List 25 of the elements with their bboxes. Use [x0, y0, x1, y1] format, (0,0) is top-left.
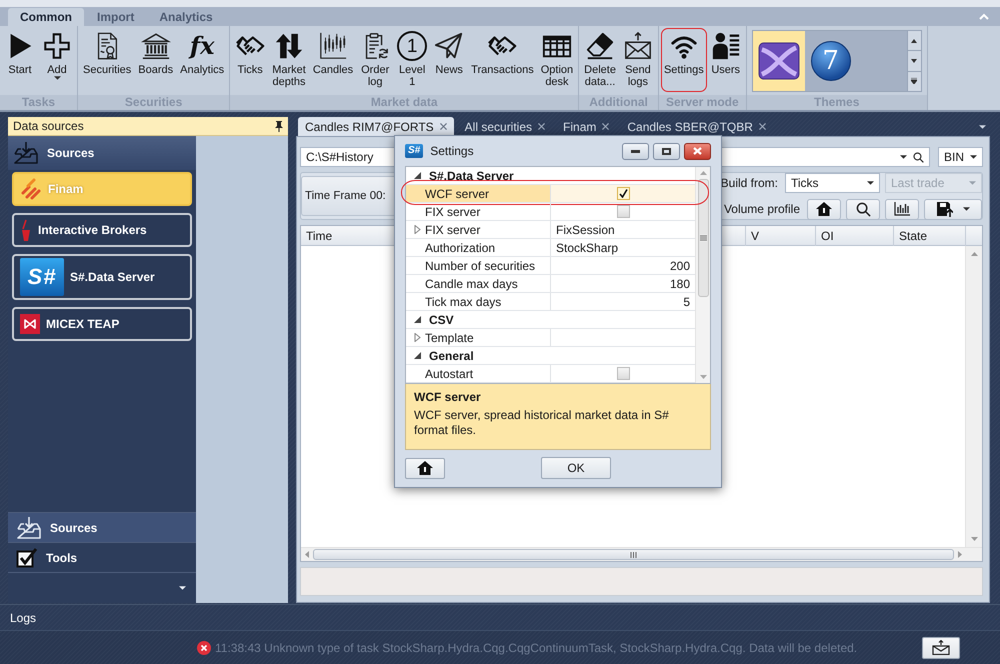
property-name: Tick max days — [424, 294, 502, 310]
property-name: FIX server — [406, 221, 550, 238]
theme-badge-icon: 7 — [810, 41, 851, 81]
logs-title: Logs — [10, 610, 36, 624]
circled-number-icon: 1 — [397, 31, 428, 61]
pane-title: Sources — [47, 146, 94, 160]
property-name: Number of securities — [424, 258, 536, 274]
property-name: Template — [406, 329, 550, 346]
log-message: 11:38:43 Unknown type of task StockSharp.Hydra.Cqg.CqgContinuumTask, StockSharp.Hydra.Cqg. Data will be deleted. — [215, 640, 858, 654]
property-name: Autostart — [424, 366, 474, 382]
function-icon: fx — [187, 31, 218, 61]
property-name: Authorization — [424, 240, 496, 256]
property-name: FIX server — [424, 204, 482, 220]
category-title: General — [429, 348, 474, 362]
category-title: CSV — [429, 312, 454, 326]
description-title: WCF server — [414, 390, 482, 404]
app-logo: S# — [405, 144, 424, 158]
description-text: WCF server, spread historical market data in S# format files. — [414, 408, 670, 438]
field-label: Volume profile — [724, 202, 800, 216]
property-name: Candle max days — [424, 276, 519, 292]
text-logo: S# — [20, 258, 64, 296]
dialog-title: Settings — [430, 144, 474, 158]
property-name: WCF server — [406, 185, 550, 202]
category-title: S#.Data Server — [429, 168, 514, 182]
panel-title: Data sources — [13, 119, 84, 133]
